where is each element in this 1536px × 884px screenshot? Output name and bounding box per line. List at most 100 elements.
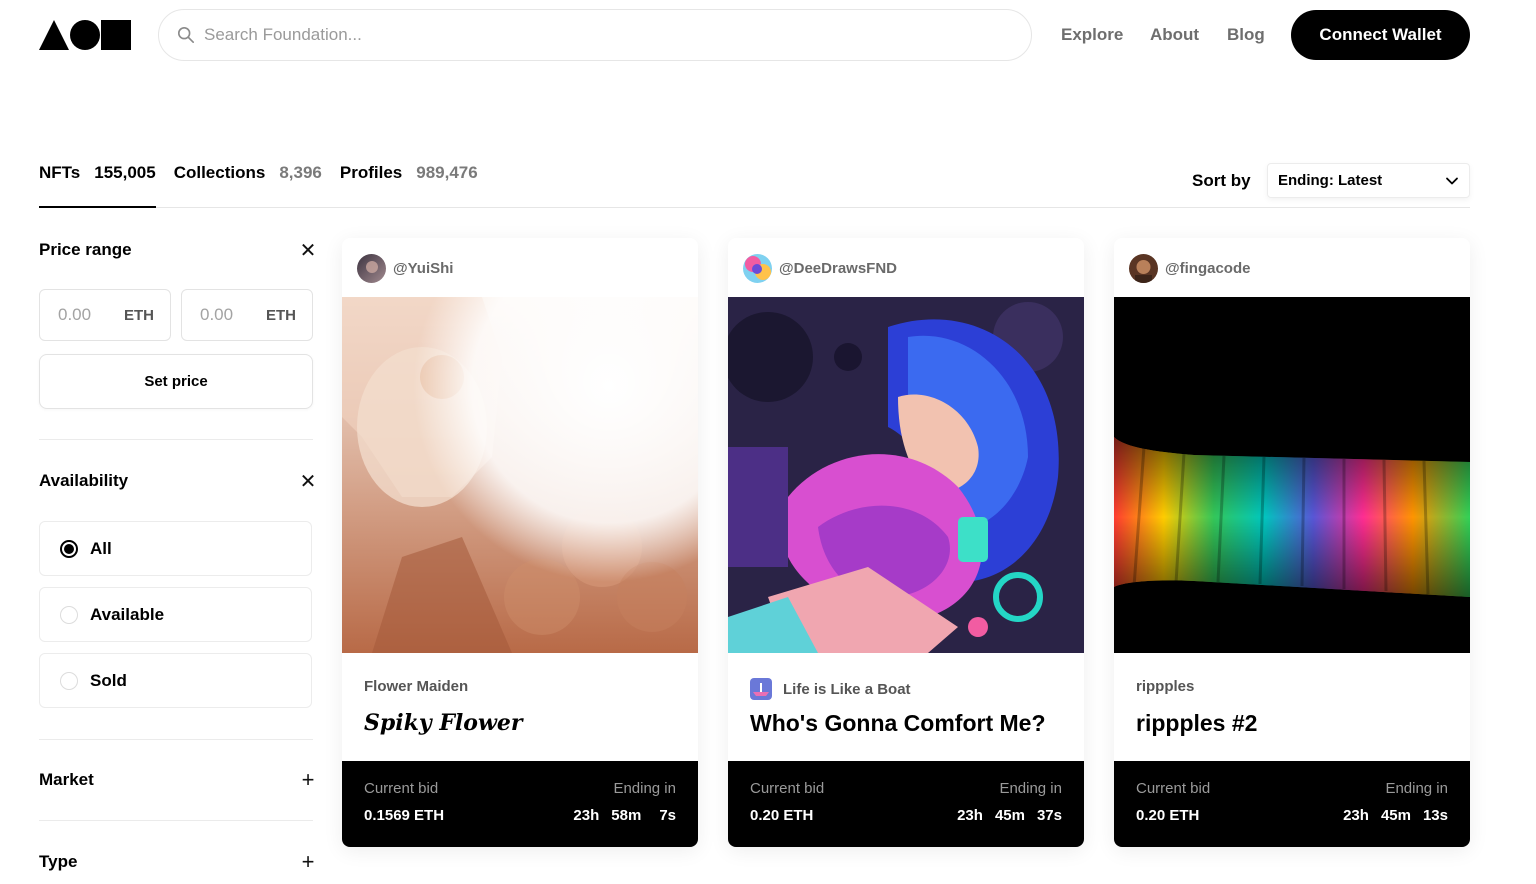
nav-about-link[interactable]: About bbox=[1150, 25, 1199, 45]
availability-option-all[interactable]: All bbox=[39, 521, 312, 576]
availability-close-icon[interactable]: ✕ bbox=[298, 471, 318, 493]
sort-dropdown[interactable]: Ending: Latest bbox=[1267, 163, 1470, 198]
tab-count: 8,396 bbox=[279, 163, 322, 182]
countdown-seconds: 37s bbox=[1036, 807, 1062, 824]
current-bid-value: 0.1569 ETH bbox=[364, 807, 445, 824]
connect-wallet-button[interactable]: Connect Wallet bbox=[1291, 10, 1470, 60]
nft-title: rippples #2 bbox=[1136, 710, 1258, 736]
nft-card[interactable]: @YuiShi Flower Maiden Spiky Flower Curre… bbox=[342, 238, 698, 847]
foundation-logo[interactable] bbox=[39, 20, 131, 50]
price-max-input[interactable] bbox=[200, 305, 260, 325]
nft-title: Spiky Flower bbox=[364, 710, 523, 736]
tab-label: Profiles bbox=[339, 163, 403, 182]
current-bid-label: Current bid bbox=[750, 780, 825, 797]
countdown-timer: 23h 45m 37s bbox=[957, 807, 1062, 824]
nft-card[interactable]: @fingacode rippples rippples #2 Current … bbox=[1114, 238, 1470, 847]
current-bid-label: Current bid bbox=[364, 780, 439, 797]
price-range-close-icon[interactable]: ✕ bbox=[298, 240, 318, 262]
auction-footer: Current bid 0.20 ETH Ending in 23h 45m 1… bbox=[1114, 761, 1470, 847]
set-price-button[interactable]: Set price bbox=[39, 354, 313, 409]
chevron-down-icon bbox=[1446, 177, 1458, 184]
ending-in-label: Ending in bbox=[613, 780, 676, 797]
countdown-hours: 23h bbox=[573, 807, 600, 824]
radio-unselected-icon bbox=[60, 605, 78, 624]
countdown-seconds: 13s bbox=[1422, 807, 1448, 824]
collection-label: Life is Like a Boat bbox=[783, 680, 911, 698]
nft-artwork-image bbox=[1114, 297, 1470, 653]
creator-tag[interactable]: @YuiShi bbox=[357, 254, 453, 283]
tab-label: Collections bbox=[173, 163, 266, 182]
active-tab-indicator bbox=[39, 206, 156, 208]
sort-label: Sort by bbox=[1192, 171, 1251, 190]
avatar bbox=[357, 254, 386, 283]
filter-divider bbox=[39, 820, 313, 821]
option-label: All bbox=[90, 538, 112, 558]
countdown-timer: 23h 58m 7s bbox=[573, 807, 676, 824]
result-tabs: NFTs 155,005 Collections 8,396 Profiles … bbox=[39, 163, 496, 183]
creator-tag[interactable]: @DeeDrawsFND bbox=[743, 254, 897, 283]
availability-heading: Availability bbox=[39, 471, 129, 490]
creator-username: @DeeDrawsFND bbox=[779, 260, 897, 277]
collection-icon bbox=[750, 678, 772, 700]
tab-count: 989,476 bbox=[416, 163, 478, 182]
nft-artwork-image bbox=[342, 297, 698, 653]
search-icon bbox=[177, 26, 195, 44]
countdown-hours: 23h bbox=[957, 807, 983, 824]
avatar bbox=[743, 254, 772, 283]
tab-profiles[interactable]: Profiles 989,476 bbox=[340, 163, 478, 183]
ending-in-label: Ending in bbox=[999, 780, 1062, 797]
price-max-field[interactable]: ETH bbox=[181, 289, 313, 341]
nav-blog-link[interactable]: Blog bbox=[1227, 25, 1265, 45]
auction-footer: Current bid 0.1569 ETH Ending in 23h 58m… bbox=[342, 761, 698, 847]
countdown-hours: 23h bbox=[1343, 807, 1369, 824]
option-label: Sold bbox=[90, 670, 127, 690]
price-unit: ETH bbox=[124, 306, 154, 324]
collection-label: Flower Maiden bbox=[364, 678, 469, 695]
auction-footer: Current bid 0.20 ETH Ending in 23h 45m 3… bbox=[728, 761, 1084, 847]
market-expand-plus-icon[interactable]: + bbox=[298, 767, 318, 792]
countdown-seconds: 7s bbox=[659, 807, 676, 824]
countdown-minutes: 58m bbox=[611, 807, 642, 824]
collection-name[interactable]: Life is Like a Boat bbox=[750, 678, 911, 700]
price-min-input[interactable] bbox=[58, 305, 118, 325]
creator-username: @fingacode bbox=[1165, 260, 1251, 277]
nav-explore-link[interactable]: Explore bbox=[1061, 25, 1123, 45]
search-input[interactable] bbox=[204, 25, 984, 45]
type-heading: Type bbox=[39, 852, 78, 871]
availability-option-sold[interactable]: Sold bbox=[39, 653, 312, 708]
sort-value: Ending: Latest bbox=[1278, 172, 1383, 189]
nft-artwork-image bbox=[728, 297, 1084, 653]
current-bid-value: 0.20 ETH bbox=[1136, 807, 1200, 824]
search-bar[interactable] bbox=[158, 9, 1032, 61]
radio-selected-icon bbox=[60, 539, 78, 558]
tab-nfts[interactable]: NFTs 155,005 bbox=[39, 163, 156, 183]
price-min-field[interactable]: ETH bbox=[39, 289, 171, 341]
tab-label: NFTs bbox=[39, 163, 81, 182]
availability-option-available[interactable]: Available bbox=[39, 587, 312, 642]
radio-unselected-icon bbox=[60, 671, 78, 690]
market-heading: Market bbox=[39, 770, 94, 789]
collection-name[interactable]: Flower Maiden bbox=[364, 678, 468, 695]
tabs-divider bbox=[39, 207, 1470, 208]
ending-in-label: Ending in bbox=[1385, 780, 1448, 797]
collection-label: rippples bbox=[1136, 678, 1195, 695]
price-unit: ETH bbox=[266, 306, 296, 324]
filter-divider bbox=[39, 739, 313, 740]
countdown-timer: 23h 45m 13s bbox=[1343, 807, 1448, 824]
nft-title: Who's Gonna Comfort Me? bbox=[750, 710, 1046, 736]
filter-divider bbox=[39, 439, 313, 440]
price-range-heading: Price range bbox=[39, 240, 132, 259]
collection-name[interactable]: rippples bbox=[1136, 678, 1194, 695]
avatar bbox=[1129, 254, 1158, 283]
current-bid-label: Current bid bbox=[1136, 780, 1211, 797]
creator-username: @YuiShi bbox=[393, 260, 454, 277]
current-bid-value: 0.20 ETH bbox=[750, 807, 814, 824]
tab-collections[interactable]: Collections 8,396 bbox=[174, 163, 322, 183]
nft-card[interactable]: @DeeDrawsFND Life is Like a Boat Who's G… bbox=[728, 238, 1084, 847]
type-expand-plus-icon[interactable]: + bbox=[298, 849, 318, 874]
countdown-minutes: 45m bbox=[994, 807, 1025, 824]
tab-count: 155,005 bbox=[94, 163, 156, 182]
option-label: Available bbox=[90, 604, 165, 624]
creator-tag[interactable]: @fingacode bbox=[1129, 254, 1250, 283]
countdown-minutes: 45m bbox=[1380, 807, 1411, 824]
